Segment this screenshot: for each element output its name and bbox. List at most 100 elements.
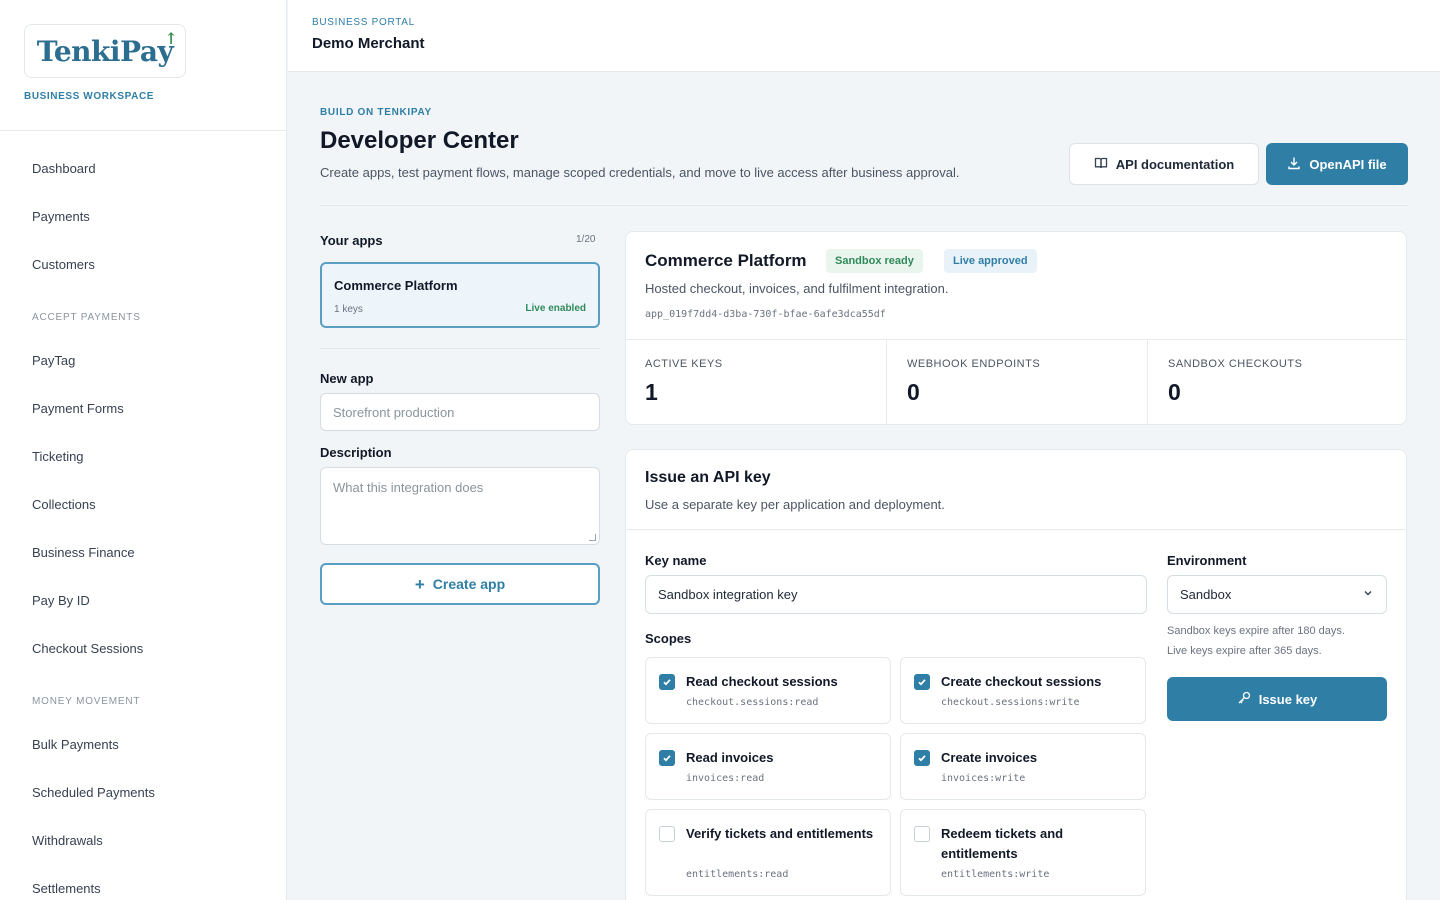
- stat-sandbox-checkouts-value: 0: [1168, 379, 1181, 405]
- checkbox-unchecked-icon[interactable]: [914, 826, 930, 842]
- app-card-status: Live enabled: [525, 303, 586, 314]
- environment-label: Environment: [1167, 553, 1247, 568]
- sidebar-item-ticketing[interactable]: Ticketing: [32, 449, 84, 464]
- scope-create-invoices[interactable]: Create invoices invoices:write: [900, 733, 1146, 800]
- api-documentation-button[interactable]: API documentation: [1069, 143, 1259, 185]
- sidebar-item-business-finance[interactable]: Business Finance: [32, 545, 135, 560]
- issue-key-divider: [626, 529, 1406, 530]
- stat-webhook-endpoints-value: 0: [907, 379, 920, 405]
- nav-section-accept-payments: ACCEPT PAYMENTS: [32, 312, 141, 323]
- book-icon: [1094, 156, 1108, 173]
- sidebar: TenkiPay ↑ BUSINESS WORKSPACE Dashboard P…: [0, 0, 287, 900]
- scope-title: Create checkout sessions: [941, 674, 1102, 689]
- portal-label: BUSINESS PORTAL: [312, 17, 415, 28]
- stat-separator: [1147, 340, 1148, 424]
- description-label: Description: [320, 445, 392, 460]
- description-placeholder: What this integration does: [333, 480, 484, 495]
- checkbox-checked-icon[interactable]: [914, 674, 930, 690]
- chevron-down-icon: [1362, 587, 1374, 602]
- scope-code: entitlements:write: [941, 869, 1050, 880]
- new-app-label: New app: [320, 371, 374, 386]
- sidebar-item-dashboard[interactable]: Dashboard: [32, 161, 96, 176]
- download-icon: [1287, 156, 1301, 173]
- scopes-label: Scopes: [645, 631, 692, 646]
- issue-key-label: Issue key: [1258, 691, 1318, 707]
- scope-title: Create invoices: [941, 750, 1038, 765]
- environment-value: Sandbox: [1180, 587, 1232, 602]
- sidebar-item-scheduled-payments[interactable]: Scheduled Payments: [32, 785, 155, 800]
- scope-verify-tickets[interactable]: Verify tickets and entitlements entitlem…: [645, 809, 891, 896]
- checkbox-checked-icon[interactable]: [659, 750, 675, 766]
- apps-title: Your apps: [320, 233, 383, 248]
- api-documentation-label: API documentation: [1115, 156, 1235, 172]
- scope-title: Read checkout sessions: [686, 674, 838, 689]
- app-card-keys: 1 keys: [334, 304, 363, 315]
- sidebar-item-customers[interactable]: Customers: [32, 257, 95, 272]
- stats-divider: [626, 339, 1406, 340]
- sidebar-item-settlements[interactable]: Settlements: [32, 881, 101, 896]
- key-name-input[interactable]: Sandbox integration key: [645, 575, 1147, 614]
- nav-section-money-movement: MONEY MOVEMENT: [32, 696, 141, 707]
- checkbox-unchecked-icon[interactable]: [659, 826, 675, 842]
- workspace-label: BUSINESS WORKSPACE: [24, 91, 155, 102]
- scope-create-checkout-sessions[interactable]: Create checkout sessions checkout.sessio…: [900, 657, 1146, 724]
- stat-active-keys-label: ACTIVE KEYS: [645, 358, 723, 370]
- apps-count: 1/20: [576, 234, 596, 245]
- sidebar-item-paytag[interactable]: PayTag: [32, 353, 75, 368]
- scope-read-invoices[interactable]: Read invoices invoices:read: [645, 733, 891, 800]
- checkbox-checked-icon[interactable]: [659, 674, 675, 690]
- app-id[interactable]: app_019f7dd4-d3ba-730f-bfae-6afe3dca55df: [645, 309, 886, 320]
- issue-key-button[interactable]: Issue key: [1167, 677, 1387, 721]
- key-icon: [1237, 691, 1251, 708]
- sidebar-divider: [0, 130, 286, 131]
- app-name: Commerce Platform: [645, 251, 807, 270]
- plus-icon: +: [414, 574, 425, 594]
- scope-title: Read invoices: [686, 750, 774, 765]
- sidebar-item-checkout-sessions[interactable]: Checkout Sessions: [32, 641, 143, 656]
- issue-key-title: Issue an API key: [645, 469, 771, 486]
- new-app-input[interactable]: Storefront production: [320, 393, 600, 431]
- issue-key-subtitle: Use a separate key per application and d…: [645, 497, 945, 512]
- openapi-file-label: OpenAPI file: [1309, 156, 1387, 172]
- sidebar-item-pay-by-id[interactable]: Pay By ID: [32, 593, 90, 608]
- scope-code: entitlements:read: [686, 869, 789, 880]
- stat-separator: [886, 340, 887, 424]
- sandbox-ready-badge: Sandbox ready: [826, 249, 923, 273]
- header-divider: [320, 205, 1408, 206]
- openapi-file-button[interactable]: OpenAPI file: [1266, 143, 1408, 185]
- page-subtitle: Create apps, test payment flows, manage …: [320, 165, 960, 180]
- scope-code: invoices:write: [941, 773, 1026, 784]
- sidebar-item-collections[interactable]: Collections: [32, 497, 96, 512]
- stat-sandbox-checkouts-label: SANDBOX CHECKOUTS: [1168, 358, 1303, 370]
- scope-redeem-tickets[interactable]: Redeem tickets and entitlements entitlem…: [900, 809, 1146, 896]
- app-card-name: Commerce Platform: [334, 278, 458, 293]
- create-app-label: Create app: [432, 576, 506, 592]
- merchant-name: Demo Merchant: [312, 35, 425, 52]
- sidebar-item-payment-forms[interactable]: Payment Forms: [32, 401, 124, 416]
- scope-title: Redeem tickets and entitlements: [941, 826, 1064, 861]
- page-title: Developer Center: [320, 127, 519, 154]
- sandbox-expiry-note: Sandbox keys expire after 180 days.: [1167, 625, 1345, 637]
- leaf-icon: ↑: [164, 28, 178, 48]
- brand-logo[interactable]: TenkiPay ↑: [24, 24, 186, 78]
- scope-read-checkout-sessions[interactable]: Read checkout sessions checkout.sessions…: [645, 657, 891, 724]
- live-expiry-note: Live keys expire after 365 days.: [1167, 645, 1322, 657]
- sidebar-item-payments[interactable]: Payments: [32, 209, 90, 224]
- checkbox-checked-icon[interactable]: [914, 750, 930, 766]
- scope-code: invoices:read: [686, 773, 765, 784]
- scope-code: checkout.sessions:read: [686, 697, 819, 708]
- scope-title: Verify tickets and entitlements: [686, 826, 874, 841]
- resize-handle-icon[interactable]: [589, 534, 596, 541]
- app-card-commerce-platform[interactable]: Commerce Platform 1 keys Live enabled: [320, 262, 600, 328]
- description-textarea[interactable]: What this integration does: [320, 467, 600, 545]
- app-description: Hosted checkout, invoices, and fulfilmen…: [645, 281, 949, 296]
- sidebar-item-bulk-payments[interactable]: Bulk Payments: [32, 737, 119, 752]
- scope-code: checkout.sessions:write: [941, 697, 1080, 708]
- stat-webhook-endpoints-label: WEBHOOK ENDPOINTS: [907, 358, 1041, 370]
- top-header: BUSINESS PORTAL Demo Merchant: [288, 0, 1440, 72]
- sidebar-item-withdrawals[interactable]: Withdrawals: [32, 833, 103, 848]
- stat-active-keys-value: 1: [645, 379, 658, 405]
- create-app-button[interactable]: + Create app: [320, 563, 600, 605]
- environment-select[interactable]: Sandbox: [1167, 575, 1387, 614]
- key-name-label: Key name: [645, 553, 707, 568]
